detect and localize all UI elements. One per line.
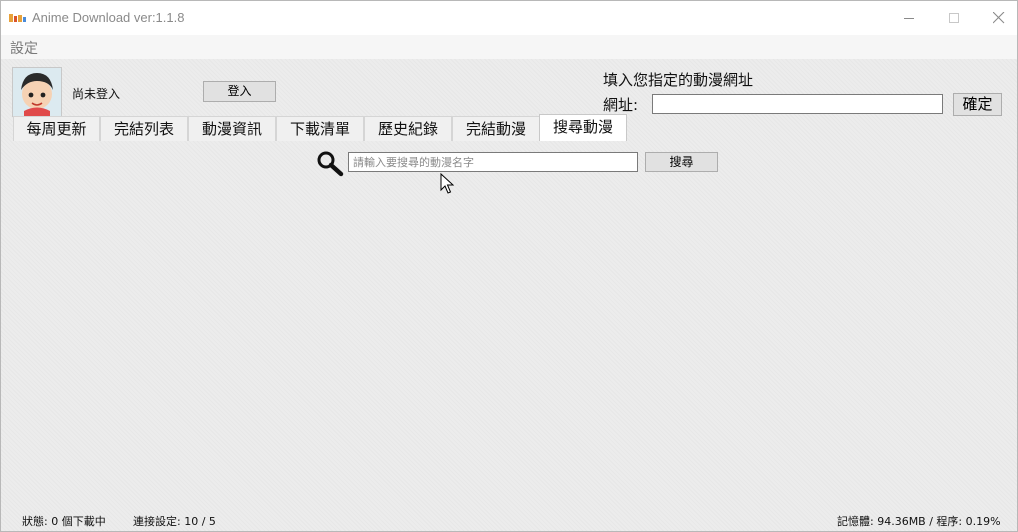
confirm-button[interactable]: 確定	[953, 93, 1002, 116]
app-logo-icon	[9, 14, 26, 22]
maximize-button[interactable]	[931, 1, 977, 35]
login-status-text: 尚未登入	[72, 87, 121, 101]
tab-download-list[interactable]: 下載清單	[276, 116, 364, 141]
title-bar[interactable]: Anime Download ver:1.1.8	[1, 1, 1017, 35]
tab-completed-list[interactable]: 完結列表	[100, 116, 188, 141]
maximize-icon	[948, 12, 959, 23]
close-button[interactable]	[976, 1, 1017, 35]
tab-search-anime[interactable]: 搜尋動漫	[539, 114, 627, 141]
url-input[interactable]	[652, 94, 943, 114]
tab-anime-info[interactable]: 動漫資訊	[188, 116, 276, 141]
mouse-cursor-icon	[440, 173, 454, 194]
minimize-button[interactable]	[886, 1, 932, 35]
tab-history[interactable]: 歷史紀錄	[364, 116, 452, 141]
resource-usage-text: 記憶體: 94.36MB / 程序: 0.19%	[837, 515, 1001, 528]
status-bar: 狀態: 0 個下載中 連接設定: 10 / 5 記憶體: 94.36MB / 程…	[1, 509, 1017, 531]
url-field-label: 網址:	[603, 96, 639, 114]
menu-bar: 設定	[1, 35, 1017, 59]
url-section-heading: 填入您指定的動漫網址	[603, 71, 754, 89]
tab-weekly-updates[interactable]: 每周更新	[13, 116, 100, 141]
magnifier-icon	[317, 151, 344, 177]
connection-setting-text: 連接設定: 10 / 5	[133, 515, 216, 528]
menu-settings[interactable]: 設定	[10, 38, 38, 58]
user-avatar-icon	[13, 68, 61, 116]
window-title: Anime Download ver:1.1.8	[32, 10, 185, 25]
minimize-icon	[903, 17, 914, 19]
download-status-text: 狀態: 0 個下載中	[22, 515, 106, 528]
search-input[interactable]	[348, 152, 638, 172]
search-button[interactable]: 搜尋	[645, 152, 718, 172]
search-tab-panel	[13, 141, 1005, 507]
avatar	[12, 67, 62, 117]
app-window: Anime Download ver:1.1.8 設定 尚未登入 登入 填入您指…	[0, 0, 1018, 532]
tab-completed-anime[interactable]: 完結動漫	[452, 116, 540, 141]
close-icon	[993, 12, 1005, 24]
login-button[interactable]: 登入	[203, 81, 276, 102]
